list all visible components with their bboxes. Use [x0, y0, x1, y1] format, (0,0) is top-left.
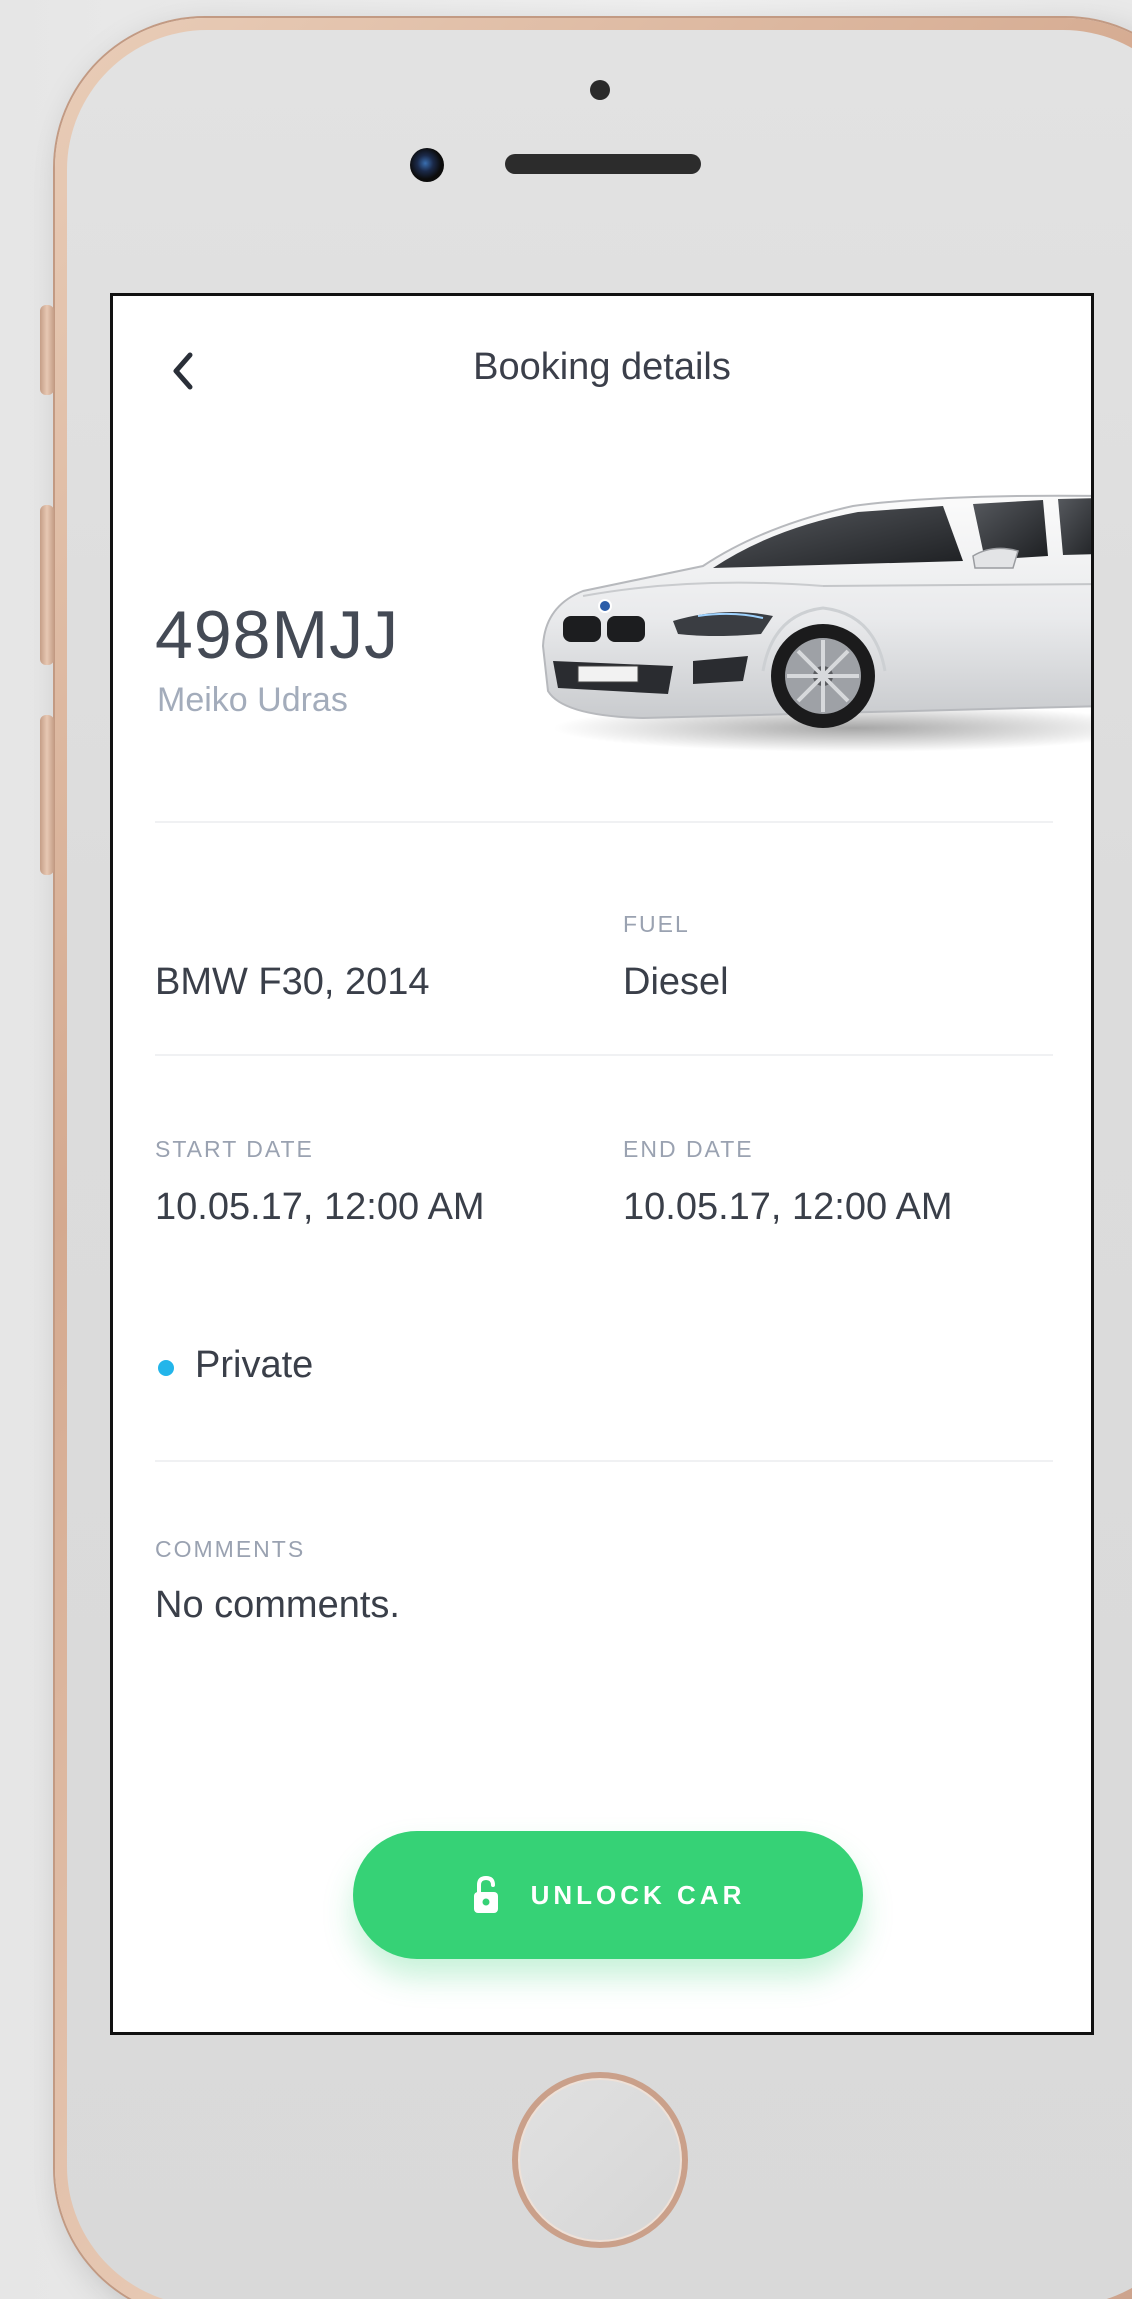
start-date-label: START DATE — [155, 1136, 314, 1162]
end-date-value: 10.05.17, 12:00 AM — [623, 1186, 953, 1228]
volume-up-button — [40, 505, 54, 665]
license-plate: 498MJJ — [155, 597, 400, 673]
earpiece-speaker — [505, 154, 701, 174]
car-model: BMW F30, 2014 — [155, 961, 430, 1003]
owner-name: Meiko Udras — [157, 681, 348, 719]
page-title: Booking details — [473, 346, 731, 388]
unlock-car-label: UNLOCK CAR — [530, 1879, 746, 1910]
volume-down-button — [40, 715, 54, 875]
divider — [155, 1460, 1053, 1462]
comments-value: No comments. — [155, 1584, 400, 1626]
car-image — [523, 456, 1091, 756]
device-frame-background: Booking details 498MJJ Meiko Udras FUEL … — [0, 0, 1132, 2299]
app-header: Booking details — [113, 296, 1091, 466]
mute-switch — [40, 305, 54, 395]
start-date-value: 10.05.17, 12:00 AM — [155, 1186, 485, 1228]
comments-label: COMMENTS — [155, 1536, 306, 1562]
booking-type: Private — [195, 1344, 314, 1386]
end-date-label: END DATE — [623, 1136, 754, 1162]
status-dot — [158, 1360, 174, 1376]
front-camera-icon — [410, 148, 444, 182]
divider — [155, 1054, 1053, 1056]
divider — [155, 821, 1053, 823]
home-button[interactable] — [512, 2072, 688, 2248]
fuel-value: Diesel — [623, 961, 729, 1003]
proximity-sensor — [590, 80, 610, 100]
fuel-label: FUEL — [623, 911, 690, 937]
unlock-icon — [473, 1875, 498, 1913]
unlock-car-button[interactable]: UNLOCK CAR — [353, 1831, 863, 1959]
app-screen: Booking details 498MJJ Meiko Udras FUEL … — [110, 293, 1094, 2035]
